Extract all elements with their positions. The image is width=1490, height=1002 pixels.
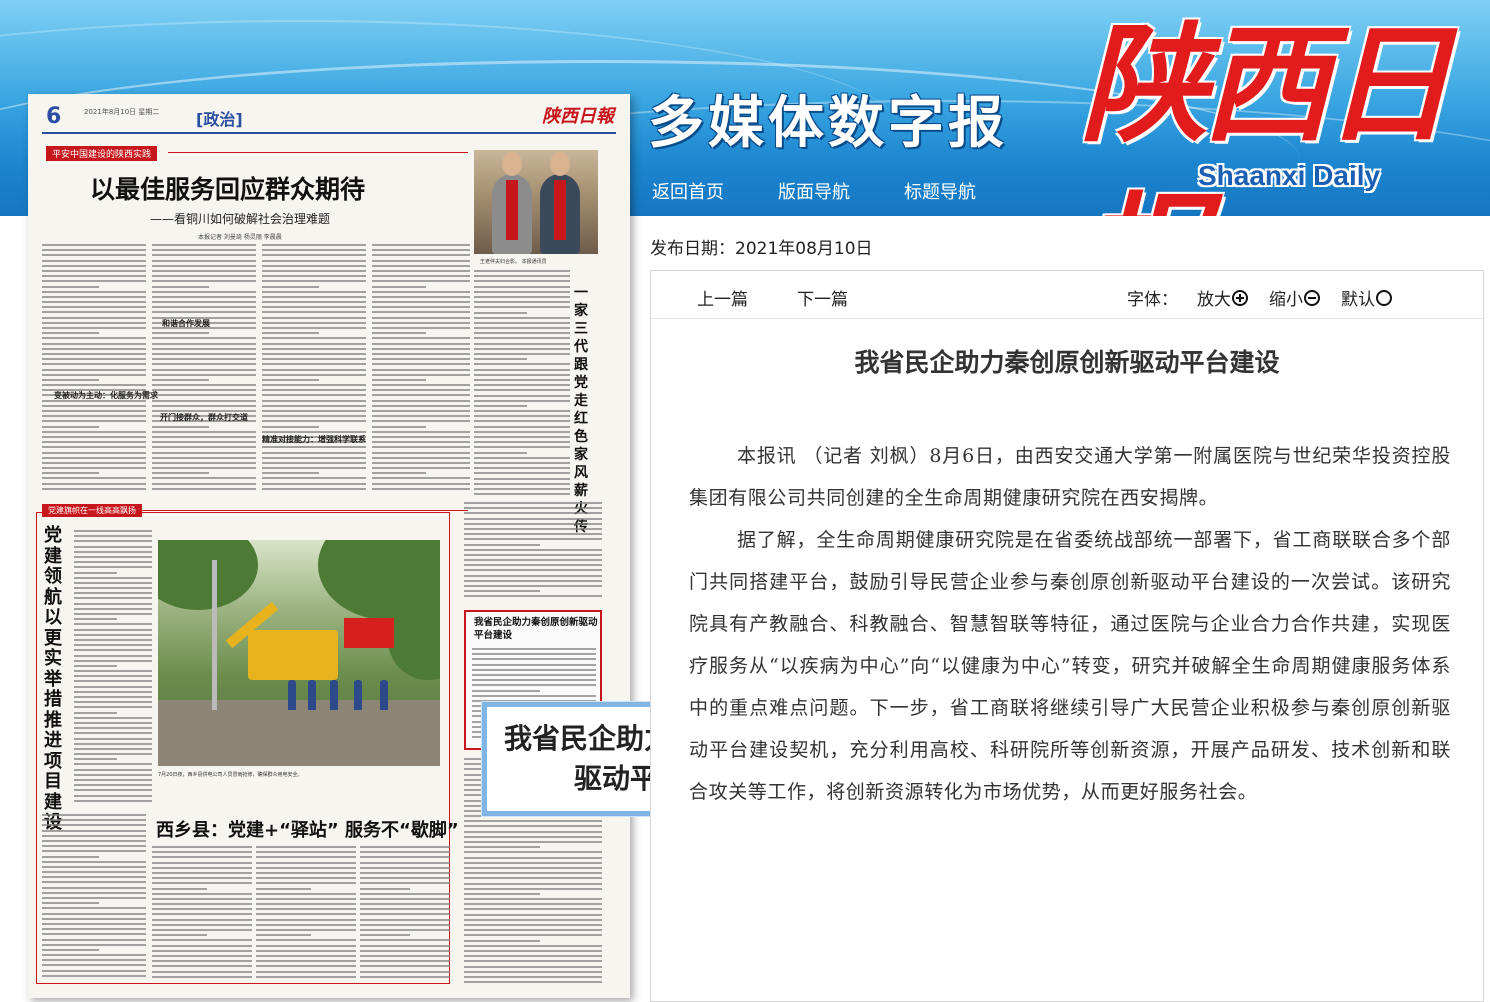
excavator bbox=[248, 630, 338, 680]
page-meta: 2021年8月10日 星期二 bbox=[84, 108, 160, 116]
text-column bbox=[42, 244, 146, 494]
text-column bbox=[464, 502, 602, 602]
article-toolbar: 上一篇 下一篇 字体： 放大 缩小 默认 bbox=[651, 271, 1483, 319]
page-number: 6 bbox=[46, 104, 62, 129]
worker bbox=[308, 680, 316, 710]
text-column bbox=[42, 814, 146, 984]
page-section: [政治] bbox=[196, 110, 243, 129]
page-rule bbox=[42, 132, 616, 134]
ground bbox=[158, 700, 440, 766]
publish-date-value: 2021年08月10日 bbox=[735, 239, 873, 259]
red-flag bbox=[344, 618, 394, 648]
paper-subhead: 和谐合作发展 bbox=[162, 319, 210, 328]
newspaper-page-thumbnail[interactable]: 6 2021年8月10日 星期二 [政治] 陕西日報 平安中国建设的陕西实践 以… bbox=[28, 94, 630, 998]
text-column bbox=[262, 244, 366, 494]
article-paragraph: 据了解，全生命周期健康研究院是在省委统战部统一部署下，省工商联联合多个部门共同搭… bbox=[689, 529, 1451, 803]
couple-photo bbox=[474, 150, 598, 254]
default-size-label: 默认 bbox=[1341, 290, 1375, 310]
kicker-label: 党建旗帜在一线高高飘扬 bbox=[42, 504, 142, 517]
paper-byline: 本报记者 刘曼琦 杨灵丽 李晨晨 bbox=[198, 234, 282, 241]
worker bbox=[380, 680, 388, 710]
selected-article-title[interactable]: 我省民企助力秦创原创新驱动平台建设 bbox=[474, 616, 598, 642]
publish-date: 发布日期：2021年08月10日 bbox=[650, 234, 873, 259]
paper-subhead: 变被动为主动：化服务为需求 bbox=[54, 391, 158, 400]
repair-photo bbox=[158, 540, 440, 766]
nav-home[interactable]: 返回首页 bbox=[652, 178, 724, 204]
worker bbox=[354, 680, 362, 710]
photo-caption: 7月20日夜，西乡县供电公司人员冒雨抢修，确保群众用电安全。 bbox=[158, 772, 303, 778]
paper-headline[interactable]: 以最佳服务回应群众期待 bbox=[90, 170, 365, 206]
zoom-out-label: 缩小 bbox=[1269, 290, 1303, 310]
article-paragraph: 本报讯 （记者 刘枫）8月6日，由西安交通大学第一附属医院与世纪荣华投资控股集团… bbox=[689, 445, 1451, 509]
newspaper-logo-english: Shaanxi Daily bbox=[1198, 160, 1381, 191]
article-body: 本报讯 （记者 刘枫）8月6日，由西安交通大学第一附属医院与世纪荣华投资控股集团… bbox=[689, 435, 1451, 813]
zoom-in-button[interactable]: 放大 bbox=[1197, 285, 1248, 310]
prev-article-link[interactable]: 上一篇 bbox=[697, 285, 748, 310]
text-column bbox=[372, 244, 470, 494]
paper-subheadline: ——看铜川如何破解社会治理难题 bbox=[150, 212, 331, 226]
vertical-headline[interactable]: 一家三代跟党走 红色家风薪火传 bbox=[574, 284, 596, 536]
article-panel: 上一篇 下一篇 字体： 放大 缩小 默认 我省民企助力秦创原创新驱动平台建设 本… bbox=[650, 270, 1484, 1002]
paper-headline[interactable]: 西乡县：党建+“驿站” 服务不“歇脚” bbox=[156, 816, 459, 842]
default-size-icon bbox=[1376, 290, 1392, 306]
default-size-button[interactable]: 默认 bbox=[1341, 285, 1392, 310]
zoom-in-icon bbox=[1232, 290, 1248, 306]
article-title: 我省民企助力秦创原创新驱动平台建设 bbox=[854, 348, 1280, 377]
zoom-out-icon bbox=[1304, 290, 1320, 306]
publish-date-label: 发布日期： bbox=[650, 239, 735, 259]
worker bbox=[288, 680, 296, 710]
font-size-label: 字体： bbox=[1127, 290, 1178, 310]
text-column bbox=[256, 846, 356, 986]
person-figure bbox=[492, 152, 532, 254]
text-column bbox=[152, 846, 252, 986]
next-article-link[interactable]: 下一篇 bbox=[797, 285, 848, 310]
text-column bbox=[360, 846, 450, 986]
person-figure bbox=[540, 152, 580, 254]
paper-subhead: 精准对接能力：增强科学联系 bbox=[262, 435, 366, 444]
nav-titles[interactable]: 标题导航 bbox=[904, 178, 976, 204]
text-column bbox=[152, 244, 256, 494]
kicker-rule bbox=[138, 510, 468, 511]
kicker-rule bbox=[168, 152, 468, 153]
page-logo: 陕西日報 bbox=[542, 106, 614, 127]
worker bbox=[330, 680, 338, 710]
kicker-label: 平安中国建设的陕西实践 bbox=[46, 146, 158, 161]
tree bbox=[158, 540, 258, 610]
text-column bbox=[474, 270, 570, 500]
site-title: 多媒体数字报 bbox=[648, 91, 1008, 156]
paper-subhead: 开门接群众，群众打交道 bbox=[160, 413, 248, 422]
zoom-in-label: 放大 bbox=[1197, 290, 1231, 310]
main-nav: 返回首页 版面导航 标题导航 bbox=[652, 178, 976, 204]
zoom-out-button[interactable]: 缩小 bbox=[1269, 285, 1320, 310]
nav-layout[interactable]: 版面导航 bbox=[778, 178, 850, 204]
photo-caption: 王老伴夫妇合影。 本报通讯员 bbox=[480, 259, 547, 265]
text-column bbox=[74, 530, 152, 810]
vertical-headline[interactable]: 党建领航以更实举措推进项目建设 bbox=[44, 525, 68, 834]
utility-pole bbox=[212, 560, 217, 710]
